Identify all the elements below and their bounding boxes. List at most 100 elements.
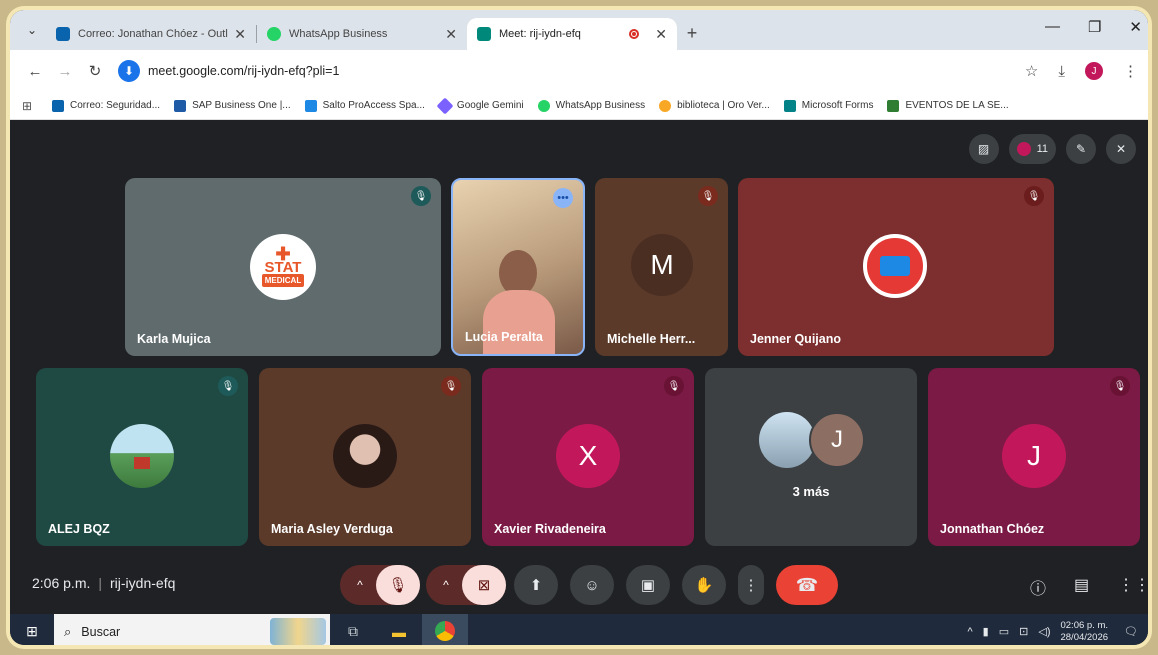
more-options-button[interactable]: ⋮	[738, 565, 764, 605]
participant-name: Lucia Peralta	[465, 330, 543, 344]
house-icon	[134, 457, 150, 469]
close-icon[interactable]: ✕	[655, 26, 667, 43]
screenshot-frame: ⌄ Correo: Jonathan Chóez - Outl ✕ WhatsA…	[6, 6, 1152, 649]
new-tab-button[interactable]: +	[677, 18, 707, 48]
mic-off-toggle-button[interactable]: 🎙	[376, 565, 420, 605]
file-explorer-icon[interactable]: ▬	[376, 614, 422, 645]
participant-avatar: J	[1002, 424, 1066, 488]
meeting-details-icon[interactable]: ⓘ	[1030, 575, 1046, 599]
audio-options-caret-icon[interactable]: ^	[348, 578, 372, 592]
participant-name: Karla Mujica	[137, 332, 211, 346]
hand-icon: ✋	[694, 577, 714, 594]
profile-avatar[interactable]: J	[1085, 62, 1103, 80]
close-icon[interactable]: ✕	[234, 26, 246, 43]
close-window-icon[interactable]: ✕	[1129, 18, 1142, 36]
raise-hand-button[interactable]: ✋	[682, 565, 726, 605]
tab-search-button[interactable]: ⌄	[18, 16, 46, 44]
taskbar-clock[interactable]: 02:06 p. m. 28/04/2026	[1060, 620, 1108, 644]
bookmark-item[interactable]: Salto ProAccess Spa...	[304, 99, 425, 112]
participants-button[interactable]: 11	[1008, 134, 1056, 164]
info-separator: |	[98, 575, 103, 591]
participant-tile[interactable]: 🎙 ALEJ BQZ	[36, 368, 248, 546]
forward-icon[interactable]: →	[50, 63, 80, 80]
participant-tile[interactable]: J 🎙 Jonnathan Chóez	[928, 368, 1140, 546]
address-bar-row: ← → ↻ ⬇ meet.google.com/rij-iydn-efq?pli…	[10, 50, 1148, 92]
participant-tile[interactable]: 🎙 Maria Asley Verduga	[259, 368, 471, 546]
chrome-icon[interactable]	[422, 614, 468, 645]
download-icon[interactable]: ⤓	[1058, 63, 1065, 80]
sap-icon	[174, 99, 187, 112]
participant-tile-active-speaker[interactable]: ••• Lucia Peralta	[451, 178, 585, 356]
mic-off-icon: 🎙	[218, 376, 238, 396]
mic-off-icon: 🎙	[698, 186, 718, 206]
volume-icon[interactable]: ◁)	[1038, 625, 1050, 638]
captions-icon: ▣	[640, 577, 656, 594]
more-options-icon[interactable]: •••	[553, 188, 573, 208]
bookmark-item[interactable]: EVENTOS DE LA SE...	[887, 99, 1009, 112]
photo-avatar	[333, 424, 397, 488]
tab-label: Meet: rij-iydn-efq	[499, 28, 581, 40]
bookmark-label: Microsoft Forms	[801, 100, 874, 111]
participant-tile[interactable]: 🎙 Jenner Quijano	[738, 178, 1054, 356]
forms-icon	[783, 99, 796, 112]
close-icon[interactable]: ✕	[445, 26, 457, 43]
site-info-icon[interactable]: ⬇	[118, 60, 140, 82]
captions-off-button[interactable]: ▨	[968, 134, 999, 164]
video-options-caret-icon[interactable]: ^	[434, 578, 458, 592]
participant-name: Xavier Rivadeneira	[494, 522, 606, 536]
bookmark-item[interactable]: SAP Business One |...	[174, 99, 291, 112]
windows-taskbar: ⊞ ⌕ Buscar ⧉ ▬ ^ ▮ ▭ ⊡ ◁) 02:06 p. m. 28…	[10, 614, 1148, 645]
clock-date: 28/04/2026	[1060, 631, 1109, 643]
minimize-icon[interactable]: —	[1045, 18, 1060, 36]
overflow-participants-tile[interactable]: J 3 más	[705, 368, 917, 546]
bookmark-item[interactable]: biblioteca | Oro Ver...	[659, 99, 770, 112]
bookmark-item[interactable]: Microsoft Forms	[783, 99, 874, 112]
camera-off-toggle-button[interactable]: ⊠	[462, 565, 506, 605]
omnibox[interactable]: ⬇ meet.google.com/rij-iydn-efq?pli=1	[118, 56, 1025, 86]
tab-meet[interactable]: Meet: rij-iydn-efq ✕	[467, 18, 677, 50]
leave-call-button[interactable]: ☎	[776, 565, 838, 605]
back-icon[interactable]: ←	[20, 63, 50, 80]
meet-stage: ▨ 11 ✎ ✕ ✚ STAT MEDICAL 🎙 Karla Mujica •…	[10, 120, 1148, 614]
participant-avatar: J	[809, 412, 865, 468]
participant-tile[interactable]: ✚ STAT MEDICAL 🎙 Karla Mujica	[125, 178, 441, 356]
show-hidden-icons-icon[interactable]: ^	[968, 626, 973, 638]
kebab-menu-icon: ⋮	[743, 577, 759, 594]
tab-whatsapp[interactable]: WhatsApp Business ✕	[257, 18, 467, 50]
chat-icon[interactable]: ▤	[1074, 575, 1089, 595]
apps-grid-icon[interactable]: ⊞	[22, 99, 38, 113]
present-screen-button[interactable]: ⬆	[514, 565, 558, 605]
participant-tile[interactable]: M 🎙 Michelle Herr...	[595, 178, 728, 356]
mic-off-icon: 🎙	[1024, 186, 1044, 206]
bookmark-item[interactable]: Correo: Seguridad...	[52, 99, 160, 112]
meeting-time: 2:06 p.m.	[32, 575, 91, 591]
url-text[interactable]: meet.google.com/rij-iydn-efq?pli=1	[148, 64, 339, 78]
search-highlight-art	[270, 618, 326, 645]
task-view-icon[interactable]: ⧉	[330, 614, 376, 645]
effects-button[interactable]: ✎	[1066, 134, 1096, 164]
battery-icon[interactable]: ▭	[999, 625, 1009, 638]
captions-button[interactable]: ▣	[626, 565, 670, 605]
hang-up-icon: ☎	[795, 574, 819, 595]
bookmark-label: biblioteca | Oro Ver...	[677, 100, 770, 111]
bookmark-item[interactable]: WhatsApp Business	[537, 99, 645, 112]
taskbar-search-input[interactable]: ⌕ Buscar	[54, 614, 330, 645]
network-icon[interactable]: ⊡	[1019, 625, 1028, 638]
bookmark-item[interactable]: Google Gemini	[436, 97, 524, 114]
reactions-button[interactable]: ☺	[570, 565, 614, 605]
usb-icon[interactable]: ▮	[983, 625, 989, 638]
windows-start-icon[interactable]: ⊞	[10, 623, 54, 640]
bookmark-star-icon[interactable]: ☆	[1025, 62, 1038, 80]
unpin-icon: ✕	[1115, 142, 1127, 156]
restore-icon[interactable]: ❐	[1088, 18, 1101, 36]
reload-icon[interactable]: ↻	[80, 62, 110, 80]
tab-outlook[interactable]: Correo: Jonathan Chóez - Outl ✕	[46, 18, 256, 50]
participant-tile[interactable]: X 🎙 Xavier Rivadeneira	[482, 368, 694, 546]
kebab-menu-icon[interactable]: ⋮	[1123, 62, 1138, 80]
notifications-icon[interactable]: 🗨	[1124, 625, 1138, 638]
person-body	[483, 290, 555, 354]
pin-button[interactable]: ✕	[1106, 134, 1136, 164]
activities-grid-icon[interactable]: ⋮⋮	[1118, 575, 1148, 595]
mic-off-icon: 🎙	[411, 186, 431, 206]
magic-wand-icon: ✎	[1075, 142, 1087, 156]
